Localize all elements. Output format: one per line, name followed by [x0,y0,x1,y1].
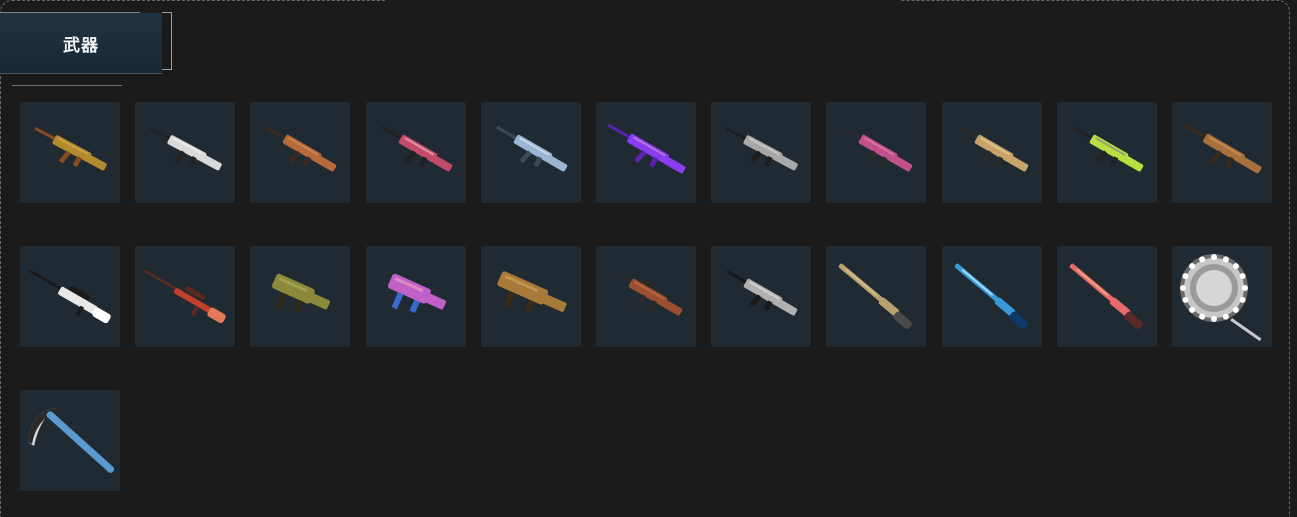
sniper-icon [28,269,111,324]
weapon-card[interactable] [711,246,812,347]
rifle-icon [265,125,337,172]
rifle-icon [956,125,1028,172]
rifle-icon [149,126,222,171]
rifle-icon [1071,125,1143,172]
rifle-icon [841,125,913,172]
lmg-icon [611,269,683,316]
weapon-card[interactable] [826,246,927,347]
weapon-card[interactable] [595,102,696,203]
shotgun-icon [839,263,913,329]
weapon-card[interactable] [135,246,236,347]
frame-gap [385,0,901,3]
weapon-card[interactable] [135,102,236,203]
rifle-icon [725,126,798,171]
weapon-card[interactable] [480,246,581,347]
rifle-icon [380,125,452,172]
rifle-icon [726,269,798,316]
weapon-card[interactable] [20,390,120,491]
weapon-card[interactable] [941,246,1042,347]
chain-mace-icon [1179,254,1262,342]
weapons-panel: 武器 [0,0,1297,517]
weapon-card[interactable] [711,102,812,203]
weapon-card[interactable] [1056,102,1157,203]
weapon-card[interactable] [20,102,120,203]
weapon-card[interactable] [1171,246,1272,347]
weapon-card[interactable] [595,246,696,347]
rifle-icon [607,123,686,174]
weapon-card[interactable] [826,102,927,203]
rifle-icon [1183,123,1262,174]
scythe-icon [28,408,115,473]
section-header: 武器 [0,12,172,86]
shotgun-icon [954,263,1028,329]
weapon-card[interactable] [480,102,581,203]
header-decor-line [12,85,122,86]
rifle-icon [495,125,567,172]
weapon-grid [20,102,1272,491]
weapon-card[interactable] [20,246,120,347]
smg-icon [497,271,567,314]
weapon-card[interactable] [1171,102,1272,203]
header-bracket [162,12,172,70]
weapon-card[interactable] [250,102,351,203]
weapon-card[interactable] [365,246,466,347]
weapon-card[interactable] [1056,246,1157,347]
smg-icon [387,273,446,314]
rifle-icon [34,126,107,171]
weapon-card[interactable] [941,102,1042,203]
weapon-card[interactable] [250,246,351,347]
sniper-icon [143,269,226,324]
section-title: 武器 [63,35,99,56]
weapon-card[interactable] [365,102,466,203]
shotgun-icon [1069,263,1143,329]
smg-icon [272,273,331,314]
